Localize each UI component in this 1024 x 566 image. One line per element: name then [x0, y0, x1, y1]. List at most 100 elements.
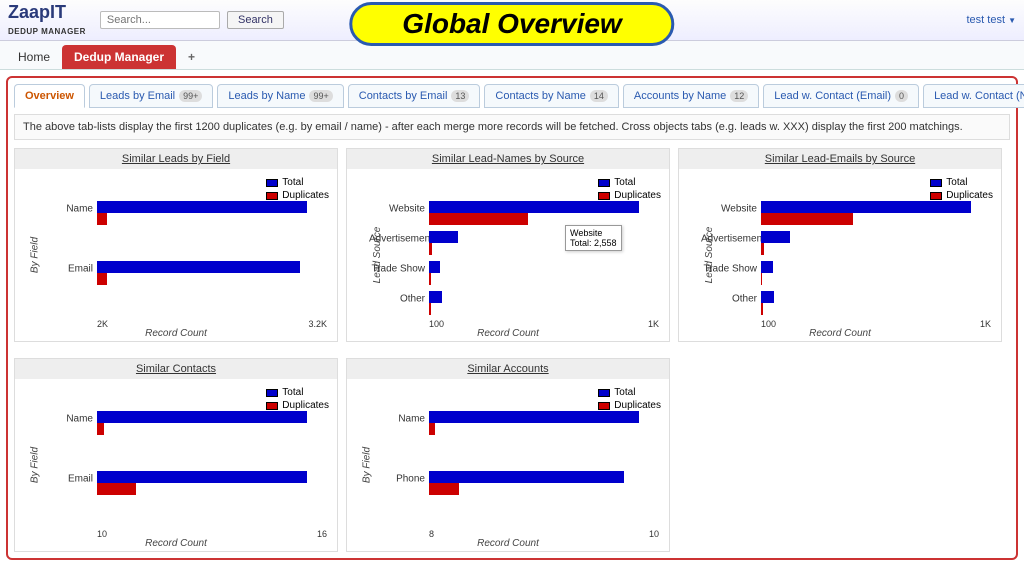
user-menu[interactable]: test test ▼	[966, 14, 1016, 26]
legend-swatch-total	[598, 179, 610, 187]
tab-home[interactable]: Home	[6, 45, 62, 69]
page-banner: Global Overview	[349, 2, 674, 46]
app-logo: ZaapIT DEDUP MANAGER	[8, 4, 86, 36]
tab-dedup-manager[interactable]: Dedup Manager	[62, 45, 176, 69]
count-badge: 99+	[179, 90, 202, 102]
subtab-lead-w-contact-name-[interactable]: Lead w. Contact (Name)0	[923, 84, 1024, 108]
logo-subtitle: DEDUP MANAGER	[8, 27, 86, 36]
bar-total[interactable]	[761, 231, 790, 243]
bar-duplicates[interactable]	[429, 213, 528, 225]
legend-label-total: Total	[946, 177, 967, 188]
subtab-lead-w-contact-email-[interactable]: Lead w. Contact (Email) 0	[763, 84, 919, 108]
category-label: Advertisement	[701, 234, 757, 245]
legend-label-total: Total	[614, 177, 635, 188]
subtab-label: Lead w. Contact (Email)	[774, 90, 891, 102]
bar-duplicates[interactable]	[429, 243, 432, 255]
count-badge: 12	[730, 90, 748, 102]
category-label: Other	[701, 294, 757, 305]
bar-duplicates[interactable]	[761, 273, 762, 285]
chart-body: TotalDuplicatesBy FieldRecord CountNameE…	[15, 169, 337, 341]
bar-duplicates[interactable]	[761, 303, 763, 315]
bar-total[interactable]	[429, 261, 440, 273]
subtab-contacts-by-name[interactable]: Contacts by Name 14	[484, 84, 619, 108]
x-axis-label: Record Count	[145, 328, 207, 339]
bar-duplicates[interactable]	[429, 303, 431, 315]
subtab-leads-by-email[interactable]: Leads by Email 99+	[89, 84, 214, 108]
bar-total[interactable]	[97, 201, 307, 213]
category-label: Name	[369, 414, 425, 425]
bar-duplicates[interactable]	[429, 423, 435, 435]
x-ticks: 100 1K	[429, 319, 659, 329]
subtab-leads-by-name[interactable]: Leads by Name 99+	[217, 84, 343, 108]
plot-area: WebsiteAdvertisementTrade ShowOther1001K	[429, 193, 659, 313]
category-label: Advertisement	[369, 234, 425, 245]
chart-title: Similar Lead-Emails by Source	[679, 149, 1001, 169]
chart-c3: Similar Lead-Emails by SourceTotalDuplic…	[678, 148, 1002, 342]
subtab-accounts-by-name[interactable]: Accounts by Name12	[623, 84, 759, 108]
category-label: Other	[369, 294, 425, 305]
bar-total[interactable]	[97, 261, 300, 273]
search-button[interactable]: Search	[227, 11, 284, 29]
tick-label: 1K	[980, 319, 991, 329]
tick-label: 1K	[648, 319, 659, 329]
bar-total[interactable]	[429, 471, 624, 483]
subtab-label: Contacts by Name	[495, 90, 585, 102]
legend-label-total: Total	[282, 387, 303, 398]
x-ticks: 1016	[97, 529, 327, 539]
subtab-contacts-by-email[interactable]: Contacts by Email13	[348, 84, 481, 108]
count-badge: 99+	[309, 90, 332, 102]
tick-label: 100	[429, 319, 444, 329]
category-label: Name	[37, 414, 93, 425]
category-label: Email	[37, 264, 93, 275]
bar-total[interactable]	[429, 411, 639, 423]
x-axis-label: Record Count	[477, 538, 539, 549]
legend-swatch-total	[930, 179, 942, 187]
chart-title: Similar Lead-Names by Source	[347, 149, 669, 169]
bar-total[interactable]	[761, 201, 971, 213]
x-axis-label: Record Count	[477, 328, 539, 339]
search-input[interactable]	[100, 11, 220, 29]
count-badge: 0	[895, 90, 908, 102]
legend-swatch-total	[598, 389, 610, 397]
subtab-label: Overview	[25, 90, 74, 102]
bar-total[interactable]	[429, 231, 458, 243]
plot-area: WebsiteAdvertisementTrade ShowOther1001K	[761, 193, 991, 313]
tick-label: 2K	[97, 319, 108, 329]
tab-add[interactable]: +	[176, 45, 207, 69]
bar-total[interactable]	[97, 471, 307, 483]
subtab-label: Leads by Name	[228, 90, 305, 102]
bar-total[interactable]	[97, 411, 307, 423]
description-text: The above tab-lists display the first 12…	[14, 114, 1010, 140]
chart-tooltip: WebsiteTotal: 2,558	[565, 225, 622, 251]
chevron-down-icon: ▼	[1008, 16, 1016, 25]
bar-duplicates[interactable]	[97, 483, 136, 495]
bar-duplicates[interactable]	[97, 213, 107, 225]
category-label: Name	[37, 204, 93, 215]
x-ticks: 810	[429, 529, 659, 539]
chart-body: TotalDuplicatesLead SourceRecord CountWe…	[679, 169, 1001, 341]
bar-total[interactable]	[429, 201, 639, 213]
category-label: Website	[369, 204, 425, 215]
bar-total[interactable]	[761, 261, 773, 273]
chart-c5: Similar AccountsTotalDuplicatesBy FieldR…	[346, 358, 670, 552]
sub-tab-bar: Overview Leads by Email 99+ Leads by Name 99…	[14, 84, 1010, 108]
plot-area: NameEmail2K3.2K	[97, 193, 327, 313]
x-ticks: 2K3.2K	[97, 319, 327, 329]
bar-duplicates[interactable]	[97, 423, 104, 435]
bar-duplicates[interactable]	[761, 213, 853, 225]
category-label: Website	[701, 204, 757, 215]
chart-c2: Similar Lead-Names by SourceTotalDuplica…	[346, 148, 670, 342]
count-badge: 14	[590, 90, 608, 102]
category-label: Email	[37, 474, 93, 485]
bar-duplicates[interactable]	[761, 243, 764, 255]
bar-total[interactable]	[761, 291, 774, 303]
subtab-label: Leads by Email	[100, 90, 175, 102]
bar-duplicates[interactable]	[429, 273, 431, 285]
chart-title: Similar Leads by Field	[15, 149, 337, 169]
x-axis-label: Record Count	[809, 328, 871, 339]
x-axis-label: Record Count	[145, 538, 207, 549]
bar-duplicates[interactable]	[429, 483, 459, 495]
bar-duplicates[interactable]	[97, 273, 107, 285]
subtab-overview[interactable]: Overview	[14, 84, 85, 108]
bar-total[interactable]	[429, 291, 442, 303]
